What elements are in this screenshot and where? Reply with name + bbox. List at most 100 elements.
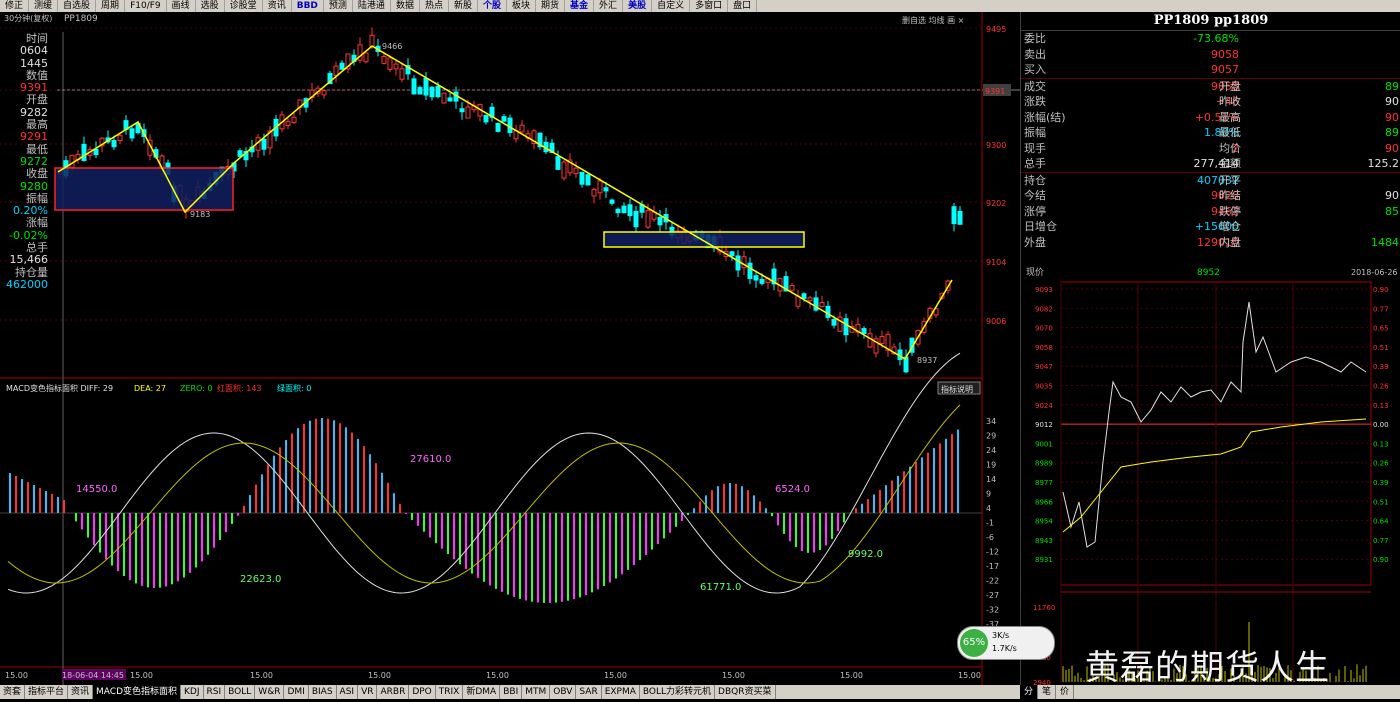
candle-body bbox=[465, 106, 471, 119]
indicator-tab[interactable]: VR bbox=[358, 685, 378, 699]
toolbar-item-6[interactable]: 选股 bbox=[196, 0, 225, 12]
cursor-info-item: 涨幅 bbox=[26, 216, 48, 230]
toolbar-item-1[interactable]: 测缓 bbox=[29, 0, 59, 12]
toolbar-item-10[interactable]: 预测 bbox=[324, 0, 353, 12]
kline-chart[interactable]: 30分钟(复权) PP1809 删自选 均线 画 × 9495 9300 9202 9104… bbox=[0, 12, 1020, 685]
toolbar-item-17[interactable]: 期货 bbox=[536, 0, 566, 12]
quote-row: 买入 9057 bbox=[1021, 62, 1400, 78]
toolbar-item-4[interactable]: F10/F9 bbox=[125, 0, 167, 12]
detail-tab[interactable]: 笔 bbox=[1038, 685, 1057, 699]
indicator-tab[interactable]: DMI bbox=[284, 685, 309, 699]
indicator-tab[interactable]: 新DMA bbox=[463, 685, 501, 699]
cursor-info-item: 收盘 bbox=[26, 167, 48, 181]
indicator-tab[interactable]: KDJ bbox=[181, 685, 204, 699]
macd-axis-label: 9 bbox=[986, 490, 991, 499]
mini-left-label: 8966 bbox=[1035, 498, 1053, 506]
quote-value: 9058 bbox=[1211, 47, 1239, 61]
quote-value: 85 bbox=[1385, 204, 1399, 218]
quote-position: 持仓 407032 开平 今结 9028 昨结 90 涨停 9462 跌停 85 日增仓 +15600 增… bbox=[1021, 171, 1400, 251]
candle-body bbox=[753, 275, 759, 281]
mini-right-label: 0.00 bbox=[1373, 421, 1389, 429]
detail-tab[interactable]: 价 bbox=[1056, 685, 1075, 699]
quote-label: 最高 bbox=[1219, 110, 1241, 124]
toolbar-item-13[interactable]: 热点 bbox=[420, 0, 449, 12]
macd-axis-label: 34 bbox=[986, 417, 996, 426]
indicator-tab[interactable]: MTM bbox=[522, 685, 551, 699]
indicator-tab[interactable]: MACD变色指标面积 bbox=[93, 685, 182, 699]
indicator-tab[interactable]: BIAS bbox=[309, 685, 337, 699]
toolbar-item-3[interactable]: 周期 bbox=[96, 0, 126, 12]
detail-tab[interactable]: 分 bbox=[1020, 685, 1039, 699]
indicator-tab[interactable]: DBQR资买菜 bbox=[715, 685, 776, 699]
area-label: 27610.0 bbox=[410, 454, 451, 465]
indicator-tab[interactable]: OBV bbox=[550, 685, 577, 699]
indicator-tab[interactable]: 资讯 bbox=[68, 685, 94, 699]
quote-label: 成交 bbox=[1024, 79, 1046, 93]
indicator-tab[interactable]: SAR bbox=[576, 685, 602, 699]
candle-body bbox=[825, 305, 831, 318]
cursor-info-panel: 时间 0604 1445 数值 9391 开盘 9282 最高 9291 最低 9272 收盘 9280… bbox=[0, 32, 54, 291]
indicator-tab[interactable]: BBI bbox=[500, 685, 523, 699]
toolbar-item-23[interactable]: 盘口 bbox=[728, 0, 758, 12]
toolbar-item-16[interactable]: 板块 bbox=[507, 0, 537, 12]
toolbar-item-14[interactable]: 新股 bbox=[449, 0, 478, 12]
indicator-tab[interactable]: 指标平台 bbox=[25, 685, 69, 699]
area-label: 6524.0 bbox=[775, 484, 810, 495]
candle-body bbox=[81, 143, 87, 162]
upload-speed: 3K/s bbox=[992, 631, 1010, 640]
time-axis-label: 15.00 bbox=[368, 671, 391, 680]
quote-label: 金额 bbox=[1219, 157, 1241, 170]
indicator-tab[interactable]: 资套 bbox=[0, 685, 26, 699]
macd-axis-label: 29 bbox=[986, 432, 996, 441]
toolbar-item-9[interactable]: BBD bbox=[292, 0, 324, 12]
candle-body bbox=[609, 199, 615, 204]
toolbar-item-5[interactable]: 画线 bbox=[167, 0, 196, 12]
toolbar-item-18[interactable]: 基金 bbox=[565, 0, 595, 12]
mini-left-label: 9035 bbox=[1035, 383, 1053, 391]
candle-body bbox=[69, 154, 75, 169]
candle-body bbox=[867, 333, 873, 348]
candle-body bbox=[483, 114, 489, 123]
indicator-tab[interactable]: BOLL bbox=[225, 685, 256, 699]
toolbar-item-12[interactable]: 数据 bbox=[391, 0, 420, 12]
toolbar-item-20[interactable]: 美股 bbox=[623, 0, 653, 12]
quote-value: 1484 bbox=[1371, 235, 1399, 249]
toolbar-item-2[interactable]: 自选股 bbox=[58, 0, 97, 12]
cursor-info-item: 0604 bbox=[20, 44, 48, 58]
indicator-tab[interactable]: TRIX bbox=[436, 685, 464, 699]
area-label: 14550.0 bbox=[76, 484, 117, 495]
indicator-tab[interactable]: ARBR bbox=[377, 685, 410, 699]
macd-axis-label: -32 bbox=[986, 606, 999, 615]
indicator-tab[interactable]: RSI bbox=[204, 685, 226, 699]
candle-body bbox=[657, 216, 663, 226]
mini-right-label: 0.90 bbox=[1373, 556, 1389, 564]
indicator-tab[interactable]: ASI bbox=[337, 685, 359, 699]
toolbar-item-19[interactable]: 外汇 bbox=[594, 0, 624, 12]
toolbar-item-11[interactable]: 陆港通 bbox=[353, 0, 391, 12]
kline-chart-area[interactable]: 30分钟(复权) PP1809 删自选 均线 画 × 9495 9300 9202 9104… bbox=[0, 12, 1020, 685]
quote-row: 现手 2 均价 90 bbox=[1021, 141, 1400, 157]
quote-label: 昨收 bbox=[1219, 95, 1241, 108]
toolbar-item-0[interactable]: 修正 bbox=[0, 0, 30, 12]
toolbar-item-8[interactable]: 资讯 bbox=[263, 0, 292, 12]
toolbar-item-7[interactable]: 诊股堂 bbox=[225, 0, 263, 12]
network-speed-widget[interactable]: 65% 3K/s 1.7K/s bbox=[957, 626, 1055, 660]
toolbar-item-15[interactable]: 个股 bbox=[478, 0, 507, 12]
time-axis-label: 15.00 bbox=[486, 671, 509, 680]
candle-body bbox=[435, 85, 441, 98]
toolbar-item-22[interactable]: 多窗口 bbox=[690, 0, 729, 12]
toolbar-item-21[interactable]: 自定义 bbox=[652, 0, 691, 12]
indicator-tab[interactable]: BOLL力彩转元机 bbox=[640, 685, 716, 699]
candle-body bbox=[627, 204, 633, 217]
candle-body bbox=[447, 97, 453, 102]
price-axis-label: 9202 bbox=[986, 199, 1006, 208]
indicator-tab[interactable]: EXPMA bbox=[602, 685, 640, 699]
indicator-tab[interactable]: DPO bbox=[409, 685, 436, 699]
intraday-chart[interactable]: 现价 8952 2018-06-26 9093 0.90 9082 0.77 9070 0.65… bbox=[1021, 262, 1400, 702]
mini-right-label: 0.13 bbox=[1373, 402, 1389, 410]
cursor-info-item: 9280 bbox=[20, 179, 48, 193]
indicator-tab[interactable]: W&R bbox=[255, 685, 285, 699]
quote-value: 89 bbox=[1385, 79, 1399, 93]
candle-body bbox=[597, 180, 603, 194]
mini-right-label: 0.77 bbox=[1373, 305, 1389, 313]
